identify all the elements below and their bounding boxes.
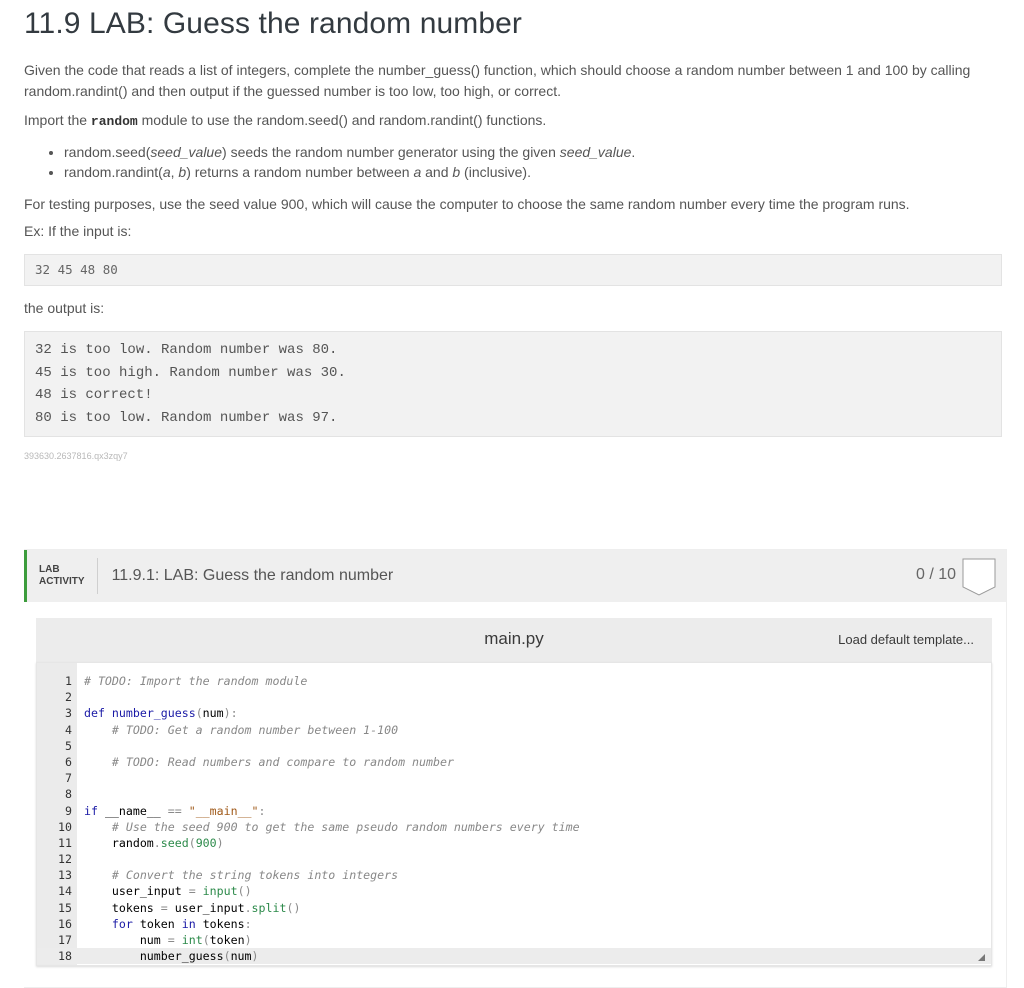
code-text: if __name__ == "__main__": [83,803,266,818]
code-text: # Use the seed 900 to get the same pseud… [111,819,580,834]
editor-toolbar: main.py Load default template... [36,618,992,662]
code-text: def number_guess(num): [83,706,238,721]
code-line[interactable]: 4 # TODO: Get a random number between 1-… [37,722,991,738]
code-text: number_guess(num) [139,949,259,964]
code-editor[interactable]: 1 # TODO: Import the random module 2 3 de… [36,662,992,966]
line-number: 7 [65,771,72,786]
code-line[interactable]: 8 [37,786,991,802]
import-paragraph: Import the random module to use the rand… [24,110,1002,132]
line-number: 14 [58,884,72,899]
param: seed_value [150,144,223,160]
param: b [452,164,461,180]
code-text: # TODO: Read numbers and compare to rand… [111,754,454,769]
code-line[interactable]: 14 user_input = input() [37,883,991,899]
line-number: 6 [65,754,72,769]
line-number: 3 [65,706,72,721]
text: (inclusive). [460,164,531,180]
import-module-code: random [90,114,138,129]
lab-title: 11.9.1: LAB: Guess the random number [111,567,394,584]
param: seed_value [559,144,632,160]
code-line[interactable]: 5 [37,738,991,754]
page-title: 11.9 LAB: Guess the random number [24,7,523,40]
import-prefix: Import the [24,112,91,128]
code-text: # Convert the string tokens into integer… [111,868,399,883]
line-number: 4 [65,722,72,737]
example-intro: Ex: If the input is: [24,223,132,239]
code-line[interactable]: 13 # Convert the string tokens into inte… [37,867,991,883]
example-output: 32 is too low. Random number was 80. 45 i… [24,331,1002,437]
code-line[interactable]: 9 if __name__ == "__main__": [37,803,991,819]
code-line[interactable]: 10 # Use the seed 900 to get the same ps… [37,819,991,835]
output-line: 45 is too high. Random number was 30. [35,364,346,381]
code-line[interactable]: 2 [37,689,991,705]
tag-line: ACTIVITY [39,576,85,587]
text: random.seed( [64,144,151,160]
text: ) returns a random number between [186,164,414,180]
text: and [421,164,453,180]
testing-note: For testing purposes, use the seed value… [24,196,910,212]
tag-line: LAB [39,564,60,575]
line-number: 10 [58,819,72,834]
code-text: # TODO: Get a random number between 1-10… [111,722,399,737]
example-input: 32 45 48 80 [24,254,1002,286]
line-number: 13 [58,868,72,883]
line-number: 18 [58,949,72,964]
lab-score: 0 / 10 [915,566,956,583]
code-line[interactable]: 17 num = int(token) [37,932,991,948]
line-number: 9 [65,803,72,818]
line-number: 15 [58,900,72,915]
line-number: 1 [65,674,72,688]
line-number: 17 [58,933,72,947]
text: . [631,144,636,160]
line-number: 8 [65,787,72,802]
code-line[interactable]: 1 # TODO: Import the random module [37,673,991,689]
code-line[interactable]: 16 for token in tokens: [37,916,991,932]
code-text: user_input = input() [111,884,252,899]
output-line: 80 is too low. Random number was 97. [35,409,338,426]
code-line[interactable]: 12 [37,851,991,867]
completion-flag-icon [962,558,996,596]
code-line[interactable]: 7 [37,770,991,786]
code-text: for token in tokens: [111,916,252,931]
code-editor-panel: main.py Load default template... 1 # TOD… [36,618,992,966]
line-number: 11 [58,835,72,850]
lab-header: LAB ACTIVITY 11.9.1: LAB: Guess the rand… [24,550,1006,602]
lab-activity-tag: LAB ACTIVITY [27,558,98,594]
content-id: 393630.2637816.qx3zqy7 [24,451,128,461]
load-default-template-button[interactable]: Load default template... [838,632,974,647]
output-intro: the output is: [24,300,105,316]
code-line[interactable]: 15 tokens = user_input.split() [37,900,991,916]
code-line[interactable]: 3 def number_guess(num): [37,705,991,721]
code-line[interactable]: 18 number_guess(num) [37,948,991,965]
line-number: 12 [58,852,72,867]
resize-handle-icon[interactable] [978,954,985,961]
code-lines[interactable]: 1 # TODO: Import the random module 2 3 de… [37,673,991,965]
intro-paragraph: Given the code that reads a list of inte… [24,62,971,99]
lab-page: 11.9 LAB: Guess the random number Given … [0,0,1024,461]
text: random.randint( [64,164,163,180]
output-line: 32 is too low. Random number was 80. [35,342,338,358]
output-line: 48 is correct! [35,387,153,403]
code-line[interactable]: 6 # TODO: Read numbers and compare to ra… [37,754,991,770]
lab-activity: LAB ACTIVITY 11.9.1: LAB: Guess the rand… [24,549,1007,988]
line-number: 5 [65,738,72,753]
line-number: 16 [58,916,72,931]
code-text: # TODO: Import the random module [83,674,308,688]
text: ) seeds the random number generator usin… [222,144,560,160]
import-suffix: module to use the random.seed() and rand… [137,112,547,128]
list-item: random.randint(a, b) returns a random nu… [64,162,1002,182]
code-text: tokens = user_input.split() [111,900,301,915]
list-item: random.seed(seed_value) seeds the random… [64,142,1002,162]
param: a [162,164,171,180]
code-text: num = int(token) [139,933,252,947]
code-text: random.seed(900) [111,835,224,850]
line-number: 2 [65,690,72,705]
function-list: random.seed(seed_value) seeds the random… [24,142,1002,182]
code-line[interactable]: 11 random.seed(900) [37,835,991,851]
